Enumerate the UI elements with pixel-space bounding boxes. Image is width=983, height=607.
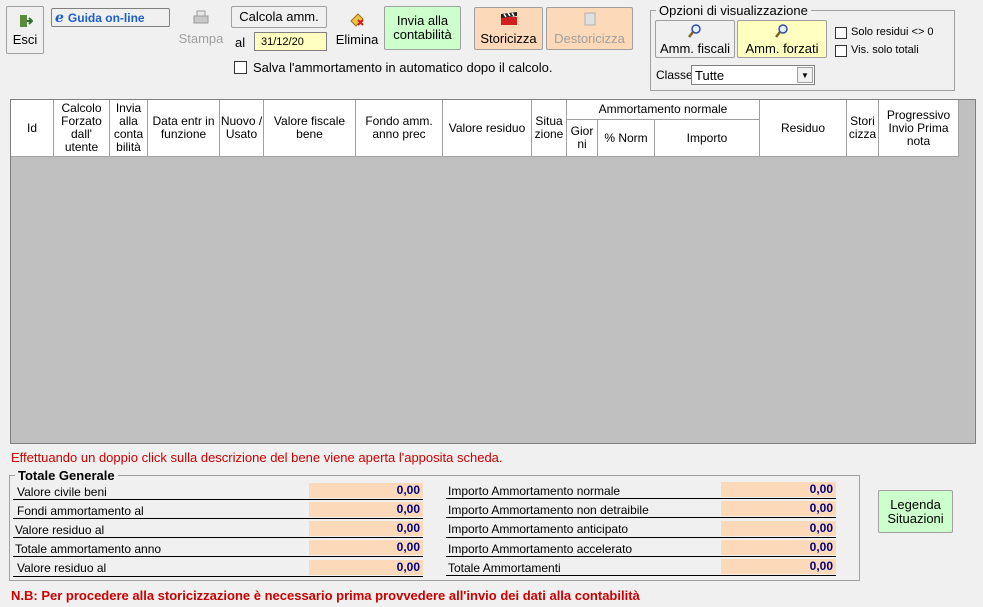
total-value: 0,00 — [721, 501, 836, 516]
exit-door-icon — [20, 15, 33, 27]
only-residual-checkbox[interactable] — [835, 27, 847, 39]
col-historicized[interactable]: Stori cizza — [847, 100, 879, 157]
total-label: Totale Ammortamenti — [448, 561, 561, 575]
magnifier-icon — [775, 23, 788, 38]
assets-grid[interactable]: Id Calcolo Forzato dall' utente Invia al… — [10, 99, 976, 444]
historicize-label: Storicizza — [480, 30, 537, 46]
total-label: Importo Ammortamento non detraibile — [448, 503, 649, 517]
calculate-button[interactable]: Calcola amm. — [231, 6, 327, 28]
send-to-accounting-button[interactable]: Invia alla contabilità — [384, 6, 461, 50]
total-value: 0,00 — [309, 502, 423, 517]
dehistoricize-label: Destoricizza — [554, 30, 625, 46]
magnifier-icon — [688, 23, 701, 38]
print-button[interactable]: Stampa — [175, 6, 227, 49]
totals-only-checkbox[interactable] — [835, 45, 847, 57]
class-label: Classe — [656, 68, 693, 82]
total-value: 0,00 — [309, 540, 423, 555]
fiscal-depreciation-button[interactable]: Amm. fiscali — [655, 20, 735, 58]
total-label: Importo Ammortamento normale — [448, 484, 621, 498]
col-situation[interactable]: Situa zione — [532, 100, 567, 157]
col-fiscal-value[interactable]: Valore fiscale bene — [264, 100, 356, 157]
total-value: 0,00 — [721, 540, 836, 555]
col-amount[interactable]: Importo — [655, 120, 760, 157]
autosave-checkbox[interactable] — [234, 61, 247, 74]
calculate-label: Calcola amm. — [239, 9, 319, 24]
total-label: Fondi ammortamento al — [17, 504, 144, 518]
chevron-down-icon: ▼ — [797, 67, 813, 83]
total-label: Valore residuo al — [17, 561, 107, 575]
help-label: Guida on-line — [67, 10, 145, 25]
print-label: Stampa — [178, 30, 224, 46]
help-online-button[interactable]: e Guida on-line — [51, 8, 170, 27]
eraser-icon — [350, 12, 364, 27]
info-text: Effettuando un doppio click sulla descri… — [11, 450, 503, 465]
send-label: Invia alla contabilità — [393, 13, 452, 42]
legend-situations-button[interactable]: Legenda Situazioni — [878, 490, 953, 533]
total-value: 0,00 — [309, 521, 423, 536]
total-value: 0,00 — [309, 483, 423, 498]
fiscal-label: Amm. fiscali — [659, 40, 731, 56]
col-progressive[interactable]: Progressivo Invio Prima nota — [879, 100, 959, 157]
ie-logo-icon: e — [55, 9, 64, 26]
col-date[interactable]: Data entr in funzione — [148, 100, 220, 157]
total-label: Importo Ammortamento anticipato — [448, 522, 629, 536]
col-sent[interactable]: Invia alla conta bilità — [110, 100, 148, 157]
totals-only-label: Vis. solo totali — [851, 44, 919, 56]
col-pct-norm[interactable]: % Norm — [598, 120, 655, 157]
historicize-button[interactable]: Storicizza — [474, 7, 543, 50]
printer-icon — [193, 10, 209, 23]
footer-note: N.B: Per procedere alla storicizzazione … — [11, 588, 640, 603]
col-id[interactable]: Id — [11, 100, 54, 157]
total-label: Importo Ammortamento accelerato — [448, 542, 633, 556]
only-residual-label: Solo residui <> 0 — [851, 26, 934, 38]
clapperboard-icon — [500, 11, 517, 25]
total-label: Valore civile beni — [17, 485, 107, 499]
document-icon — [584, 12, 595, 25]
forced-depreciation-button[interactable]: Amm. forzati — [737, 20, 827, 58]
total-value: 0,00 — [721, 521, 836, 536]
date-prefix: al — [235, 35, 246, 50]
col-fund[interactable]: Fondo amm. anno prec — [356, 100, 443, 157]
exit-label: Esci — [12, 32, 38, 47]
total-value: 0,00 — [721, 482, 836, 497]
exit-button[interactable]: Esci — [6, 6, 44, 54]
col-residual[interactable]: Residuo — [760, 100, 847, 157]
forced-label: Amm. forzati — [745, 40, 819, 56]
delete-button[interactable]: Elimina — [332, 6, 382, 51]
delete-label: Elimina — [335, 31, 379, 47]
legend-label: Legenda Situazioni — [887, 496, 944, 526]
date-input[interactable]: 31/12/20 — [254, 32, 327, 51]
totals-title: Totale Generale — [15, 468, 118, 483]
total-value: 0,00 — [309, 560, 423, 575]
total-label: Totale ammortamento anno — [15, 542, 162, 556]
total-value: 0,00 — [721, 559, 836, 574]
date-value: 31/12/20 — [261, 36, 304, 48]
autosave-label: Salva l'ammortamento in automatico dopo … — [253, 60, 553, 75]
dehistoricize-button[interactable]: Destoricizza — [546, 7, 633, 50]
col-normal-group: Ammortamento normale — [567, 100, 760, 120]
view-options-title: Opzioni di visualizzazione — [656, 3, 811, 18]
class-select[interactable]: Tutte ▼ — [691, 65, 815, 85]
col-forced[interactable]: Calcolo Forzato dall' utente — [54, 100, 110, 157]
col-new-used[interactable]: Nuovo / Usato — [220, 100, 264, 157]
col-residual-value[interactable]: Valore residuo — [443, 100, 532, 157]
col-days[interactable]: Gior ni — [567, 120, 598, 157]
class-value: Tutte — [695, 68, 725, 83]
total-label: Valore residuo al — [15, 523, 105, 537]
